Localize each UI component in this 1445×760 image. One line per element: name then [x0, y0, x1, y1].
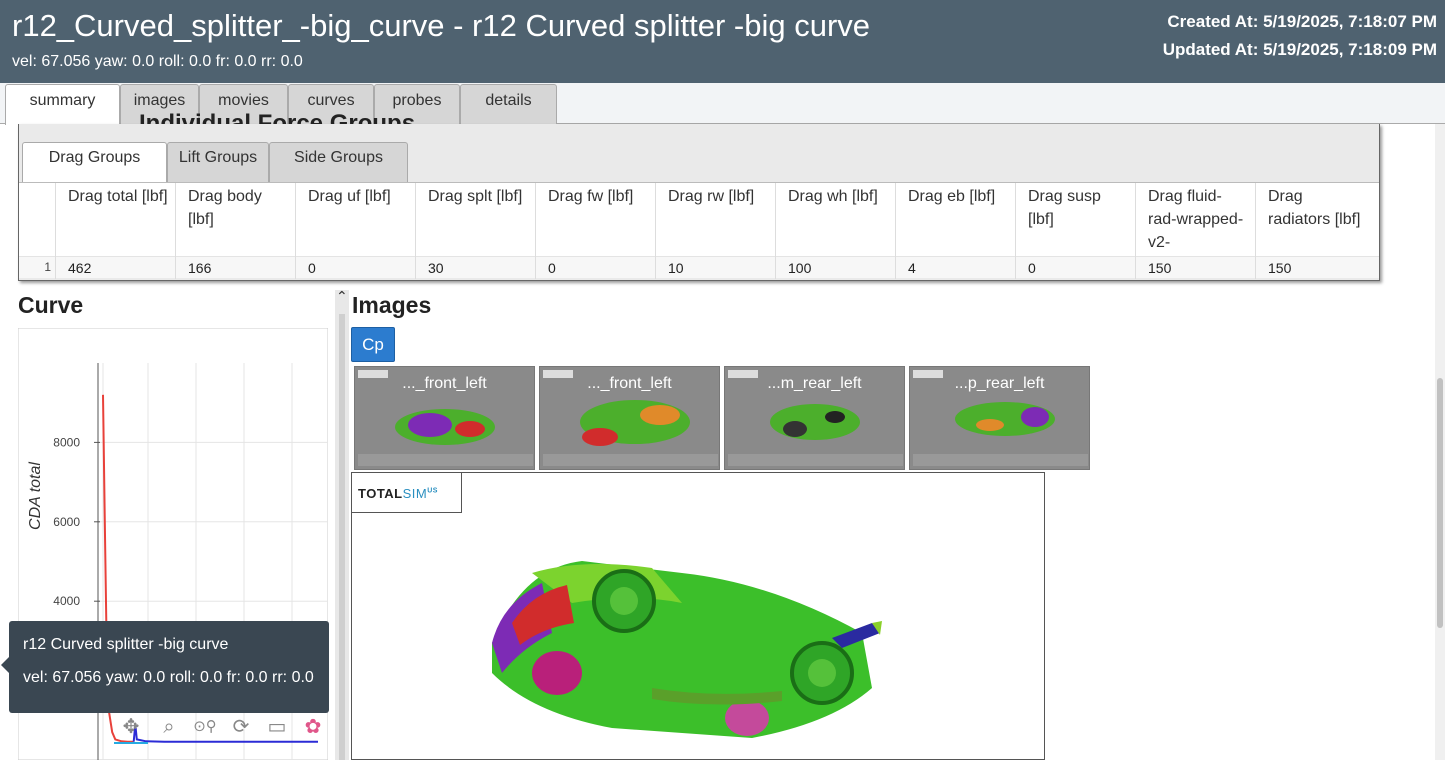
pan-icon[interactable]: ✥ [114, 712, 148, 744]
table-cell: 0 [1028, 260, 1036, 276]
splitter-handle[interactable] [339, 314, 345, 760]
tab-side-groups[interactable]: Side Groups [269, 142, 408, 183]
table-column: Drag wh [lbf] 100 [775, 183, 895, 279]
main-cp-image[interactable]: TOTALSIMUS [351, 472, 1045, 760]
thumbnail-label: ..._front_left [587, 375, 672, 392]
colorbar-icon [728, 454, 903, 466]
drag-groups-table: 1 Drag total [lbf] 462 Drag body [lbf] 166 D… [19, 182, 1379, 279]
y-axis-label: CDA total [27, 462, 44, 530]
header-bar: r12_Curved_splitter_-big_curve - r12 Cur… [0, 0, 1445, 83]
column-header[interactable]: Drag rw [lbf] [668, 185, 768, 208]
cp-button[interactable]: Cp [351, 327, 395, 362]
table-cell: 150 [1268, 260, 1292, 276]
tooltip-title: r12 Curved splitter -big curve [23, 636, 229, 653]
column-header[interactable]: Drag fw [lbf] [548, 185, 648, 208]
scrollbar-thumb[interactable] [1437, 378, 1443, 628]
y-tick-label: 8000 [53, 435, 80, 449]
reset-icon[interactable]: ⟳ [226, 712, 256, 742]
tab-lift-groups[interactable]: Lift Groups [167, 142, 269, 183]
table-cell: 0 [308, 260, 316, 276]
updated-at: Updated At: 5/19/2025, 7:18:09 PM [1162, 40, 1437, 59]
chevron-up-icon[interactable]: ⌃ [336, 288, 348, 305]
table-cell: 30 [428, 260, 444, 276]
image-thumbnail[interactable]: ..._front_left [539, 366, 720, 470]
page-scrollbar[interactable] [1435, 124, 1445, 760]
table-column: Drag rw [lbf] 10 [655, 183, 775, 279]
tab-summary[interactable]: summary [5, 84, 120, 125]
colorbar-icon [543, 454, 718, 466]
table-column: Drag body [lbf] 166 [175, 183, 295, 279]
curve-title: Curve [18, 292, 84, 318]
box-zoom-icon[interactable]: ⌕ [154, 712, 184, 742]
table-column: Drag uf [lbf] 0 [295, 183, 415, 279]
images-title: Images [352, 292, 432, 318]
colorbar-icon [913, 454, 1088, 466]
column-header[interactable]: Drag uf [lbf] [308, 185, 408, 208]
plot-toolbar-bottom: ✥ ⌕ ⊙⚲ ⟳ ▭ ✿ [114, 712, 331, 744]
panel-splitter[interactable]: ⌃ [335, 288, 349, 760]
car-cp-render-icon [492, 561, 882, 738]
table-cell: 10 [668, 260, 684, 276]
created-at: Created At: 5/19/2025, 7:18:07 PM [1167, 12, 1437, 31]
wheel-zoom-icon[interactable]: ⊙⚲ [190, 712, 220, 742]
tab-details[interactable]: details [460, 84, 557, 124]
force-groups-panel: Individual Force Groups Drag Groups Lift… [18, 110, 1380, 281]
save-icon[interactable]: ▭ [262, 712, 292, 742]
page-title: r12_Curved_splitter_-big_curve - r12 Cur… [12, 8, 871, 43]
table-column: Drag splt [lbf] 30 [415, 183, 535, 279]
column-header[interactable]: Drag body [lbf] [188, 185, 288, 231]
tab-drag-groups[interactable]: Drag Groups [22, 142, 167, 184]
table-cell: 4 [908, 260, 916, 276]
table-column: Drag total [lbf] 462 [55, 183, 175, 279]
colorbar-icon [358, 454, 533, 466]
page-subtitle: vel: 67.056 yaw: 0.0 roll: 0.0 fr: 0.0 r… [12, 53, 303, 70]
hover-tooltip: r12 Curved splitter -big curve vel: 67.0… [1, 621, 329, 713]
y-tick-label: 4000 [53, 594, 80, 608]
image-thumbnail[interactable]: ..._front_left [354, 366, 535, 470]
table-cell: 166 [188, 260, 212, 276]
column-header[interactable]: Drag total [lbf] [68, 185, 168, 208]
table-column: Drag radiators [lbf] 150 [1255, 183, 1375, 279]
table-column: Drag susp [lbf] 0 [1015, 183, 1135, 279]
table-column: Drag fluid-rad-wrapped-v2- 150 [1135, 183, 1255, 279]
bokeh-logo-icon[interactable]: ✿ [298, 712, 328, 742]
image-thumbnail[interactable]: ...m_rear_left [724, 366, 905, 470]
row-number: 1 [44, 260, 51, 274]
table-column: Drag eb [lbf] 4 [895, 183, 1015, 279]
thumbnail-label: ..._front_left [402, 375, 487, 392]
column-header[interactable]: Drag susp [lbf] [1028, 185, 1128, 231]
table-cell: 462 [68, 260, 92, 276]
column-header[interactable]: Drag fluid-rad-wrapped-v2- [1148, 185, 1248, 254]
table-cell: 100 [788, 260, 812, 276]
column-header[interactable]: Drag radiators [lbf] [1268, 185, 1368, 231]
column-header[interactable]: Drag splt [lbf] [428, 185, 528, 208]
tooltip-conditions: vel: 67.056 yaw: 0.0 roll: 0.0 fr: 0.0 r… [23, 669, 314, 686]
y-tick-label: 6000 [53, 515, 80, 529]
column-header[interactable]: Drag eb [lbf] [908, 185, 1008, 208]
thumbnail-label: ...p_rear_left [954, 375, 1045, 392]
image-thumbnail[interactable]: ...p_rear_left [909, 366, 1090, 470]
table-column: Drag fw [lbf] 0 [535, 183, 655, 279]
force-groups-heading: Individual Force Groups [139, 110, 416, 124]
table-cell: 150 [1148, 260, 1172, 276]
column-header[interactable]: Drag wh [lbf] [788, 185, 888, 208]
table-cell: 0 [548, 260, 556, 276]
thumbnail-label: ...m_rear_left [767, 375, 862, 392]
